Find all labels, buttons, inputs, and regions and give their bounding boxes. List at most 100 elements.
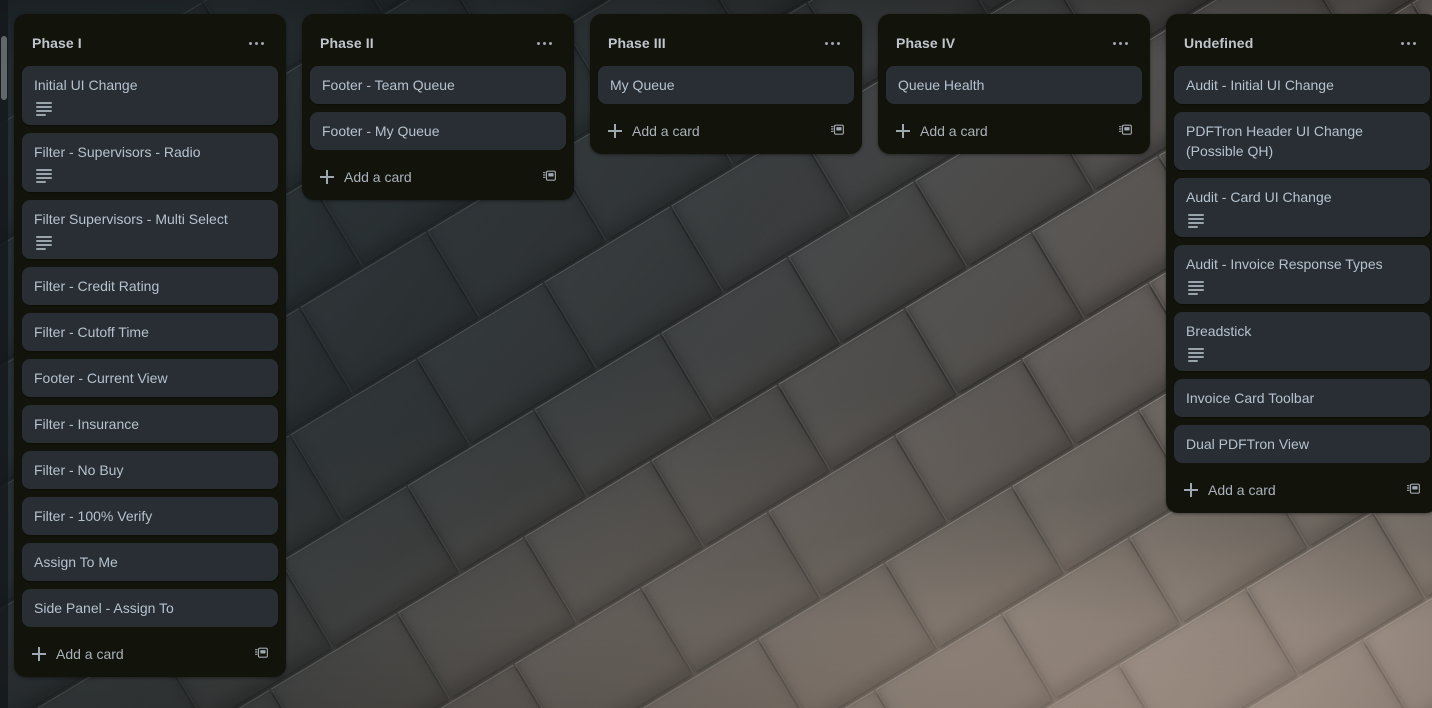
list-title[interactable]: Undefined: [1184, 33, 1253, 53]
card-template-icon[interactable]: [829, 123, 846, 139]
card[interactable]: Filter - No Buy: [22, 451, 278, 489]
add-card-button[interactable]: Add a card: [320, 168, 412, 186]
card-title: Queue Health: [898, 77, 985, 93]
ellipsis-icon[interactable]: [818, 30, 846, 56]
card-list: Queue Health: [886, 66, 1142, 104]
add-card-footer[interactable]: Add a card: [22, 635, 278, 669]
card-list: Footer - Team Queue Footer - My Queue: [310, 66, 566, 150]
list-title[interactable]: Phase II: [320, 33, 374, 53]
card-title: Audit - Initial UI Change: [1186, 77, 1334, 93]
add-card-button[interactable]: Add a card: [896, 122, 988, 140]
ellipsis-icon[interactable]: [1106, 30, 1134, 56]
description-badge-icon: [1188, 281, 1204, 295]
card[interactable]: PDFTron Header UI Change (Possible QH): [1174, 112, 1430, 170]
card-title: Filter - Supervisors - Radio: [34, 144, 201, 160]
card-template-icon[interactable]: [253, 646, 270, 662]
card[interactable]: Filter - Cutoff Time: [22, 313, 278, 351]
add-card-label: Add a card: [632, 123, 700, 139]
description-badge-icon: [36, 169, 52, 183]
list-header: Phase II: [310, 22, 566, 66]
card[interactable]: Breadstick: [1174, 312, 1430, 371]
description-badge-icon: [1188, 348, 1204, 362]
card-title: Audit - Card UI Change: [1186, 189, 1332, 205]
ellipsis-icon[interactable]: [242, 30, 270, 56]
plus-icon: [320, 170, 334, 184]
card[interactable]: Filter - Supervisors - Radio: [22, 133, 278, 192]
add-card-button[interactable]: Add a card: [32, 645, 124, 663]
card-template-icon[interactable]: [1405, 482, 1422, 498]
add-card-footer[interactable]: Add a card: [886, 112, 1142, 146]
card-title: Dual PDFTron View: [1186, 436, 1309, 452]
add-card-label: Add a card: [56, 646, 124, 662]
card[interactable]: Queue Health: [886, 66, 1142, 104]
card[interactable]: Side Panel - Assign To: [22, 589, 278, 627]
card-title: Filter - No Buy: [34, 462, 124, 478]
card-title: Footer - Team Queue: [322, 77, 455, 93]
card[interactable]: Footer - My Queue: [310, 112, 566, 150]
list-title[interactable]: Phase III: [608, 33, 666, 53]
card-badges: [34, 236, 266, 250]
card-title: Invoice Card Toolbar: [1186, 390, 1315, 406]
list-title[interactable]: Phase I: [32, 33, 82, 53]
card[interactable]: Footer - Team Queue: [310, 66, 566, 104]
card-badges: [1186, 348, 1418, 362]
card-template-icon[interactable]: [1117, 123, 1134, 139]
card[interactable]: Audit - Card UI Change: [1174, 178, 1430, 237]
description-badge-icon: [36, 236, 52, 250]
board-canvas: Phase I Initial UI Change Filter - Supervi…: [0, 0, 1432, 708]
card[interactable]: Filter - Insurance: [22, 405, 278, 443]
card[interactable]: Filter Supervisors - Multi Select: [22, 200, 278, 259]
add-card-label: Add a card: [344, 169, 412, 185]
list-header: Phase I: [22, 22, 278, 66]
card-template-icon[interactable]: [541, 169, 558, 185]
list-header: Undefined: [1174, 22, 1430, 66]
card-title: My Queue: [610, 77, 675, 93]
plus-icon: [896, 124, 910, 138]
card-title: Footer - My Queue: [322, 123, 440, 139]
board-scrollbar-thumb[interactable]: [1, 36, 7, 100]
description-badge-icon: [1188, 214, 1204, 228]
add-card-button[interactable]: Add a card: [1184, 481, 1276, 499]
card-list: My Queue: [598, 66, 854, 104]
card[interactable]: Audit - Initial UI Change: [1174, 66, 1430, 104]
card-badges: [1186, 214, 1418, 228]
card[interactable]: My Queue: [598, 66, 854, 104]
card-title: Filter - Cutoff Time: [34, 324, 149, 340]
card[interactable]: Audit - Invoice Response Types: [1174, 245, 1430, 304]
card[interactable]: Dual PDFTron View: [1174, 425, 1430, 463]
add-card-button[interactable]: Add a card: [608, 122, 700, 140]
card-title: Filter - 100% Verify: [34, 508, 153, 524]
list: Undefined Audit - Initial UI Change PDFTro…: [1166, 14, 1432, 513]
card-title: Breadstick: [1186, 323, 1252, 339]
plus-icon: [608, 124, 622, 138]
card-title: Filter Supervisors - Multi Select: [34, 211, 228, 227]
ellipsis-icon[interactable]: [530, 30, 558, 56]
card[interactable]: Assign To Me: [22, 543, 278, 581]
add-card-footer[interactable]: Add a card: [310, 158, 566, 192]
add-card-footer[interactable]: Add a card: [598, 112, 854, 146]
card[interactable]: Filter - 100% Verify: [22, 497, 278, 535]
card[interactable]: Footer - Current View: [22, 359, 278, 397]
add-card-footer[interactable]: Add a card: [1174, 471, 1430, 505]
card[interactable]: Initial UI Change: [22, 66, 278, 125]
add-card-label: Add a card: [920, 123, 988, 139]
card-title: PDFTron Header UI Change (Possible QH): [1186, 123, 1363, 159]
card-title: Audit - Invoice Response Types: [1186, 256, 1383, 272]
plus-icon: [1184, 483, 1198, 497]
list-header: Phase III: [598, 22, 854, 66]
card-badges: [34, 102, 266, 116]
card-title: Assign To Me: [34, 554, 118, 570]
card-title: Initial UI Change: [34, 77, 138, 93]
card[interactable]: Filter - Credit Rating: [22, 267, 278, 305]
card-list: Initial UI Change Filter - Supervisors - …: [22, 66, 278, 627]
card-list: Audit - Initial UI Change PDFTron Header …: [1174, 66, 1430, 463]
board-scrollbar-track[interactable]: [0, 0, 8, 708]
card-title: Filter - Insurance: [34, 416, 140, 432]
list: Phase II Footer - Team Queue Footer - My Q…: [302, 14, 574, 200]
card-title: Filter - Credit Rating: [34, 278, 160, 294]
list: Phase IV Queue Health Add a card: [878, 14, 1150, 154]
ellipsis-icon[interactable]: [1394, 30, 1422, 56]
card[interactable]: Invoice Card Toolbar: [1174, 379, 1430, 417]
card-title: Side Panel - Assign To: [34, 600, 174, 616]
list-title[interactable]: Phase IV: [896, 33, 955, 53]
